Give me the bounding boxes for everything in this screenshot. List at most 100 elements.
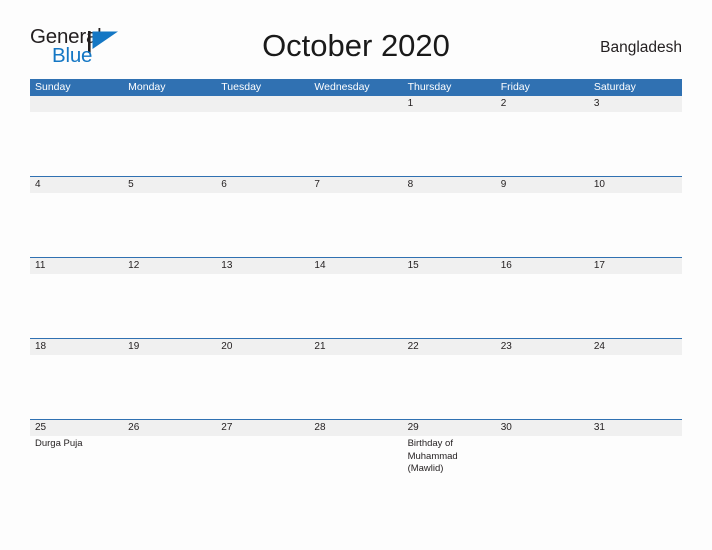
day-cell[interactable]	[216, 193, 309, 257]
day-header-thursday: Thursday	[407, 81, 452, 93]
day-number[interactable]: 16	[496, 258, 589, 274]
day-cell[interactable]	[496, 193, 589, 257]
week-date-band: 18 19 20 21 22 23 24	[30, 339, 682, 355]
day-cell[interactable]	[123, 274, 216, 338]
day-cell[interactable]	[589, 436, 682, 500]
day-number[interactable]: 7	[309, 177, 402, 193]
day-cell[interactable]	[30, 274, 123, 338]
calendar-week-row: 25 26 27 28 29 30 31 Durga Puja Birthday…	[30, 419, 682, 500]
day-number[interactable]: 15	[403, 258, 496, 274]
day-cell[interactable]	[589, 355, 682, 419]
calendar-week-row: 1 2 3	[30, 96, 682, 176]
day-number[interactable]: 12	[123, 258, 216, 274]
day-cell[interactable]	[30, 193, 123, 257]
day-cell[interactable]: Durga Puja	[30, 436, 123, 500]
day-header-sunday: Sunday	[35, 81, 71, 93]
week-date-band: 1 2 3	[30, 96, 682, 112]
day-cell[interactable]	[496, 436, 589, 500]
day-number[interactable]: 17	[589, 258, 682, 274]
calendar-week-row: 18 19 20 21 22 23 24	[30, 338, 682, 419]
day-cell[interactable]	[216, 274, 309, 338]
day-number[interactable]: 6	[216, 177, 309, 193]
day-number[interactable]: 31	[589, 420, 682, 436]
day-number[interactable]: 11	[30, 258, 123, 274]
day-number[interactable]	[216, 96, 309, 112]
day-number[interactable]: 20	[216, 339, 309, 355]
day-number[interactable]: 24	[589, 339, 682, 355]
day-cell[interactable]	[30, 112, 123, 176]
day-number[interactable]: 9	[496, 177, 589, 193]
day-cell[interactable]	[589, 274, 682, 338]
day-number[interactable]: 10	[589, 177, 682, 193]
day-cell[interactable]	[589, 193, 682, 257]
day-cell[interactable]	[123, 112, 216, 176]
day-number[interactable]: 13	[216, 258, 309, 274]
day-cell[interactable]	[403, 355, 496, 419]
day-cell[interactable]	[309, 193, 402, 257]
day-cell[interactable]	[309, 112, 402, 176]
day-cell[interactable]	[216, 436, 309, 500]
day-number[interactable]: 29	[403, 420, 496, 436]
day-header-saturday: Saturday	[593, 81, 636, 93]
day-number[interactable]	[30, 96, 123, 112]
day-cell[interactable]: Birthday of Muhammad (Mawlid)	[403, 436, 496, 500]
day-event-text: Birthday of Muhammad (Mawlid)	[407, 438, 458, 474]
day-cell[interactable]	[216, 355, 309, 419]
day-number[interactable]: 4	[30, 177, 123, 193]
week-date-band: 11 12 13 14 15 16 17	[30, 258, 682, 274]
day-cell[interactable]	[30, 355, 123, 419]
day-event-text: Durga Puja	[35, 438, 83, 449]
day-header-tuesday: Tuesday	[221, 81, 262, 93]
calendar-grid: Sunday Monday Tuesday Wednesday Thursday…	[30, 79, 682, 500]
day-cell[interactable]	[123, 355, 216, 419]
day-number[interactable]: 14	[309, 258, 402, 274]
day-number[interactable]: 1	[403, 96, 496, 112]
day-cell[interactable]	[589, 112, 682, 176]
calendar-page: General Blue October 2020 Bangladesh Sun…	[0, 0, 712, 550]
day-cell[interactable]	[216, 112, 309, 176]
day-of-week-header-row: Sunday Monday Tuesday Wednesday Thursday…	[30, 79, 682, 96]
day-number[interactable]: 2	[496, 96, 589, 112]
day-cell[interactable]	[309, 436, 402, 500]
country-label: Bangladesh	[600, 39, 682, 56]
day-cell[interactable]	[403, 274, 496, 338]
day-number[interactable]: 3	[589, 96, 682, 112]
day-number[interactable]: 28	[309, 420, 402, 436]
day-cell[interactable]	[403, 112, 496, 176]
week-date-band: 25 26 27 28 29 30 31	[30, 420, 682, 436]
day-header-friday: Friday	[500, 81, 530, 93]
day-cell[interactable]	[403, 193, 496, 257]
day-number[interactable]: 30	[496, 420, 589, 436]
day-cell[interactable]	[123, 193, 216, 257]
day-number[interactable]: 5	[123, 177, 216, 193]
day-cell[interactable]	[309, 355, 402, 419]
page-title: October 2020	[262, 28, 450, 63]
day-cell[interactable]	[496, 355, 589, 419]
day-header-monday: Monday	[128, 81, 166, 93]
day-number[interactable]: 23	[496, 339, 589, 355]
day-number[interactable]: 25	[30, 420, 123, 436]
week-date-band: 4 5 6 7 8 9 10	[30, 177, 682, 193]
day-number[interactable]: 8	[403, 177, 496, 193]
week-event-band	[30, 274, 682, 338]
day-cell[interactable]	[496, 112, 589, 176]
day-cell[interactable]	[309, 274, 402, 338]
calendar-week-row: 4 5 6 7 8 9 10	[30, 176, 682, 257]
day-number[interactable]: 22	[403, 339, 496, 355]
day-number[interactable]: 27	[216, 420, 309, 436]
day-number[interactable]: 26	[123, 420, 216, 436]
day-number[interactable]	[309, 96, 402, 112]
calendar-week-row: 11 12 13 14 15 16 17	[30, 257, 682, 338]
day-number[interactable]	[123, 96, 216, 112]
day-header-wednesday: Wednesday	[314, 81, 370, 93]
week-event-band	[30, 193, 682, 257]
day-number[interactable]: 21	[309, 339, 402, 355]
week-event-band: Durga Puja Birthday of Muhammad (Mawlid)	[30, 436, 682, 500]
day-cell[interactable]	[496, 274, 589, 338]
day-cell[interactable]	[123, 436, 216, 500]
day-number[interactable]: 18	[30, 339, 123, 355]
day-number[interactable]: 19	[123, 339, 216, 355]
week-event-band	[30, 355, 682, 419]
page-header: General Blue October 2020 Bangladesh	[30, 26, 682, 72]
week-event-band	[30, 112, 682, 176]
